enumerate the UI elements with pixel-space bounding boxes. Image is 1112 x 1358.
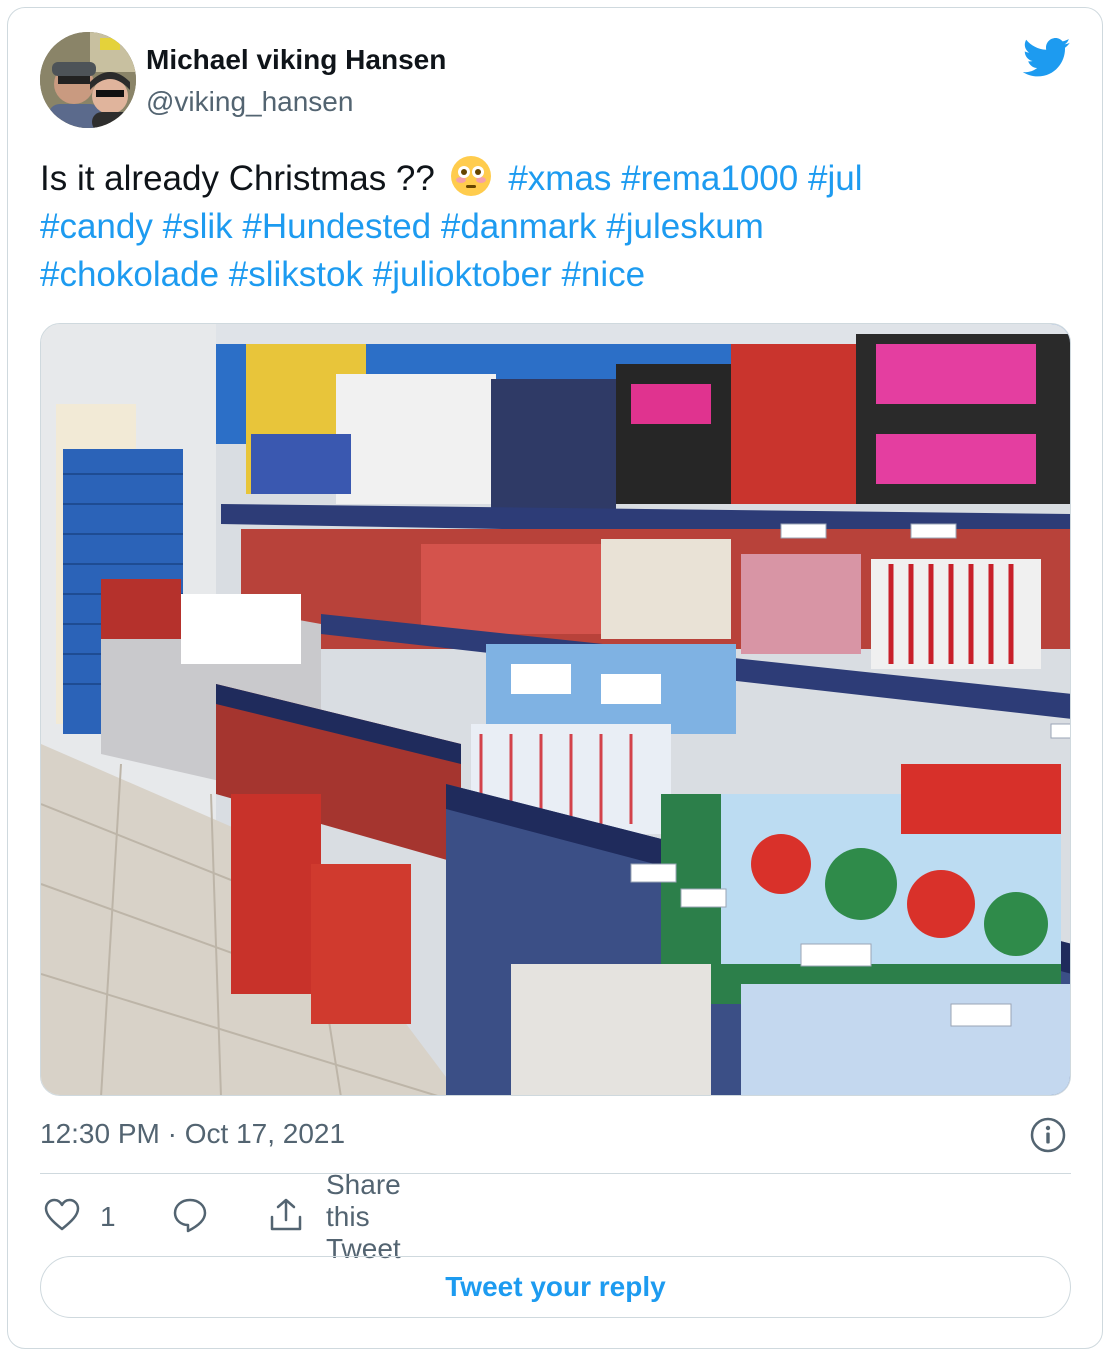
flushed-face-emoji-icon [449, 154, 493, 198]
hashtag-link[interactable]: #chokolade [40, 255, 219, 294]
like-button[interactable]: 1 [44, 1192, 116, 1242]
tweet-your-reply-button[interactable]: Tweet your reply [40, 1256, 1071, 1318]
tweet-timestamp[interactable]: 12:30 PM · Oct 17, 2021 [40, 1118, 345, 1150]
author-name[interactable]: Michael viking Hansen [146, 44, 446, 76]
hashtag-link[interactable]: #jul [808, 159, 862, 198]
hashtag-link[interactable]: #slik [163, 207, 233, 246]
hashtag-link[interactable]: #slikstok [229, 255, 363, 294]
tweet-photo[interactable] [40, 323, 1071, 1096]
reply-button[interactable] [172, 1192, 208, 1242]
like-count: 1 [100, 1201, 116, 1232]
avatar[interactable] [40, 32, 136, 128]
heart-icon [44, 1198, 80, 1237]
info-icon[interactable] [1030, 1117, 1066, 1153]
tweet-line-2: #candy #slik #Hundested #danmark #julesk… [40, 203, 1050, 251]
tweet-line-1: Is it already Christmas ?? #xmas #rema10… [40, 154, 1050, 203]
hashtag-link[interactable]: #nice [561, 255, 645, 294]
share-label: Share this Tweet [326, 1169, 401, 1264]
hashtag-link[interactable]: #Hundested [242, 207, 431, 246]
share-icon [268, 1197, 304, 1238]
tweet-lead-text: Is it already Christmas ?? [40, 159, 435, 198]
author-handle[interactable]: @viking_hansen [146, 86, 353, 118]
hashtag-link[interactable]: #julioktober [373, 255, 552, 294]
hashtag-link[interactable]: #juleskum [606, 207, 764, 246]
divider [40, 1173, 1071, 1174]
hashtag-link[interactable]: #rema1000 [621, 159, 798, 198]
tweet-line-3: #chokolade #slikstok #julioktober #nice [40, 251, 1050, 299]
twitter-bird-icon[interactable] [1022, 38, 1072, 78]
tweet-text: Is it already Christmas ?? #xmas #rema10… [40, 154, 1050, 299]
hashtag-link[interactable]: #candy [40, 207, 153, 246]
hashtag-link[interactable]: #xmas [508, 159, 611, 198]
hashtag-link[interactable]: #danmark [441, 207, 597, 246]
reply-bubble-icon [172, 1197, 208, 1238]
share-button[interactable]: Share this Tweet [268, 1169, 401, 1264]
